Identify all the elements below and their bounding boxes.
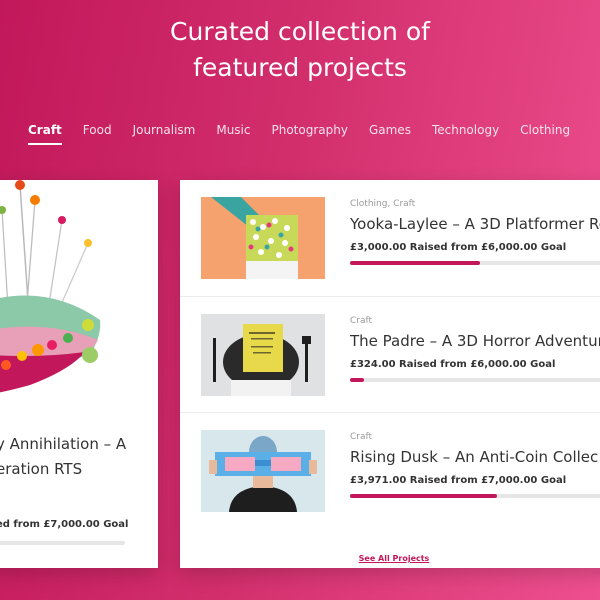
featured-progress-bar — [0, 541, 125, 545]
tab-photography[interactable]: Photography — [272, 123, 348, 145]
project-category[interactable]: Craft — [350, 316, 600, 326]
project-progress-bar — [350, 378, 600, 382]
headline-line-1: Curated collection of — [170, 17, 430, 46]
project-category[interactable]: Craft — [350, 432, 600, 442]
project-title[interactable]: Yooka-Laylee – A 3D Platformer Re — [350, 215, 600, 233]
category-tabs: Craft Food Journalism Music Photography … — [28, 123, 591, 145]
project-row[interactable]: Craft The Padre – A 3D Horror Adventur £… — [180, 296, 600, 413]
tab-clothing[interactable]: Clothing — [520, 123, 570, 145]
featured-project-card[interactable]: y Annihilation – A eration RTS sed from … — [0, 180, 158, 568]
tab-music[interactable]: Music — [216, 123, 250, 145]
project-raised-text: £324.00 Raised from £6,000.00 Goal — [350, 359, 556, 370]
project-progress-bar — [350, 261, 600, 265]
see-all-projects-link[interactable]: See All Projects — [359, 554, 430, 563]
featured-raised-text: sed from £7,000.00 Goal — [0, 519, 129, 530]
project-row[interactable]: Clothing, Craft Yooka-Laylee – A 3D Plat… — [180, 180, 600, 296]
project-row[interactable]: Craft Rising Dusk – An Anti-Coin Collec … — [180, 412, 600, 529]
project-progress-bar — [350, 494, 600, 498]
see-all-container: See All Projects — [180, 546, 600, 565]
person-holding-glasses-image — [201, 430, 325, 512]
project-progress-fill — [350, 494, 498, 498]
tab-food[interactable]: Food — [83, 123, 112, 145]
project-list-panel: Clothing, Craft Yooka-Laylee – A 3D Plat… — [180, 180, 600, 568]
project-raised-text: £3,000.00 Raised from £6,000.00 Goal — [350, 242, 567, 253]
project-category[interactable]: Clothing, Craft — [350, 199, 600, 209]
tab-technology[interactable]: Technology — [432, 123, 499, 145]
project-progress-fill — [350, 378, 365, 382]
tab-games[interactable]: Games — [369, 123, 411, 145]
project-raised-text: £3,971.00 Raised from £7,000.00 Goal — [350, 475, 567, 486]
tab-craft[interactable]: Craft — [28, 123, 62, 145]
project-title[interactable]: The Padre – A 3D Horror Adventur — [350, 332, 600, 350]
project-title[interactable]: Rising Dusk – An Anti-Coin Collec — [350, 448, 600, 466]
headline-line-2: featured projects — [193, 53, 407, 82]
pincushion-image — [0, 180, 158, 405]
pom-pom-sweater-image — [201, 197, 325, 279]
plate-and-cutlery-image — [201, 314, 325, 396]
featured-project-title[interactable]: y Annihilation – A eration RTS — [0, 432, 158, 482]
page-headline: Curated collection of featured projects — [0, 14, 600, 86]
project-progress-fill — [350, 261, 480, 265]
tab-journalism[interactable]: Journalism — [133, 123, 196, 145]
